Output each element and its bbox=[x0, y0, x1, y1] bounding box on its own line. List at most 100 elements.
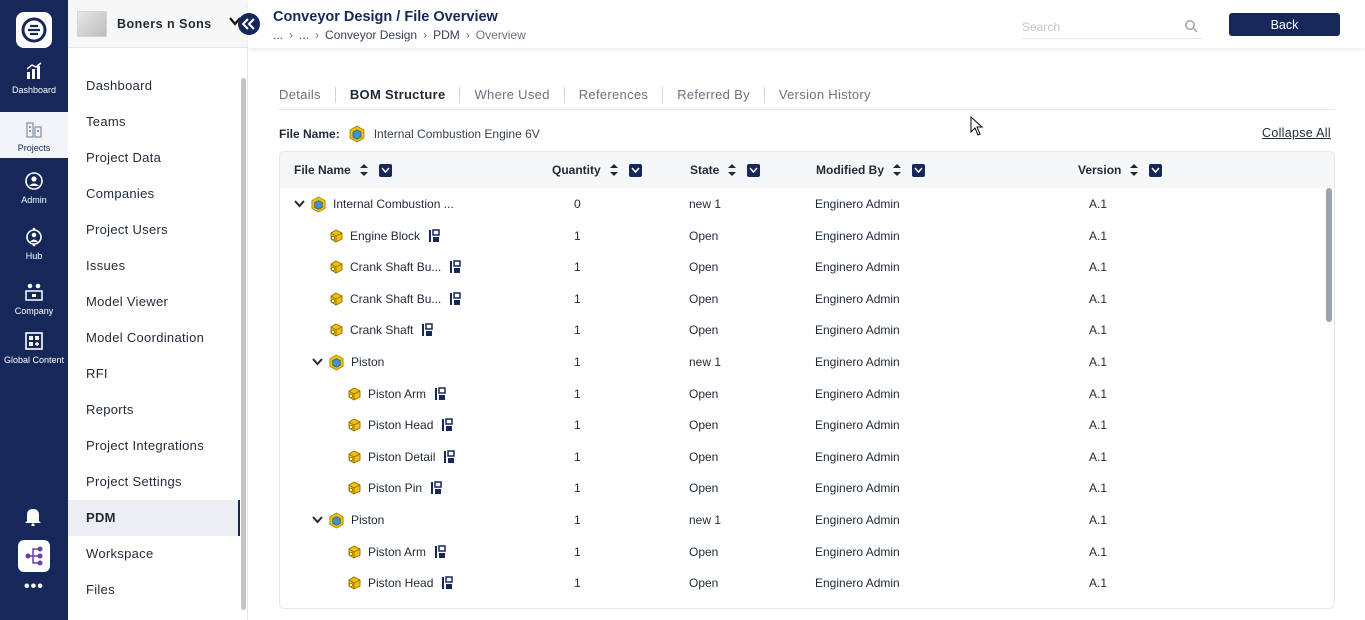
sidebar-item-rfi[interactable]: RFI bbox=[68, 356, 240, 392]
column-filter-button[interactable] bbox=[378, 163, 392, 177]
relationship-button[interactable] bbox=[449, 292, 462, 306]
expand-toggle[interactable] bbox=[310, 358, 324, 366]
breadcrumb-item[interactable]: ... bbox=[273, 28, 283, 42]
relationship-button[interactable] bbox=[449, 260, 462, 274]
relationship-icon[interactable] bbox=[434, 544, 446, 559]
table-row[interactable]: Piston Head 1 Open Enginero Admin A.1 bbox=[280, 409, 1320, 441]
relationship-button[interactable] bbox=[443, 450, 456, 464]
sidebar-scrollbar[interactable] bbox=[241, 78, 246, 610]
file-name-text[interactable]: Piston bbox=[351, 355, 384, 369]
column-filter-button[interactable] bbox=[628, 163, 642, 177]
sidebar-item-project-integrations[interactable]: Project Integrations bbox=[68, 428, 240, 464]
file-name-text[interactable]: Piston Pin bbox=[368, 481, 422, 495]
table-row[interactable]: Piston 1 new 1 Enginero Admin A.1 bbox=[280, 346, 1320, 378]
sidebar-item-teams[interactable]: Teams bbox=[68, 104, 240, 140]
search-icon[interactable] bbox=[1184, 19, 1198, 33]
rail-item-projects[interactable]: Projects bbox=[0, 112, 68, 158]
sidebar-item-project-users[interactable]: Project Users bbox=[68, 212, 240, 248]
sort-icon[interactable] bbox=[727, 163, 737, 177]
file-name-text[interactable]: Piston Arm bbox=[368, 387, 426, 401]
relationship-icon[interactable] bbox=[441, 418, 454, 432]
file-name-text[interactable]: Crank Shaft Bu... bbox=[350, 292, 441, 306]
sidebar-item-model-viewer[interactable]: Model Viewer bbox=[68, 284, 240, 320]
sidebar-item-model-coordination[interactable]: Model Coordination bbox=[68, 320, 240, 356]
collapse-all-link[interactable]: Collapse All bbox=[1262, 126, 1331, 140]
table-row[interactable]: Piston Detail 1 Open Enginero Admin A.1 bbox=[280, 441, 1320, 473]
file-name-text[interactable]: Crank Shaft Bu... bbox=[350, 260, 441, 274]
rail-item-hub[interactable]: Hub bbox=[0, 226, 68, 266]
tab-references[interactable]: References bbox=[563, 86, 662, 103]
relationship-button[interactable] bbox=[441, 418, 454, 432]
relationship-icon[interactable] bbox=[434, 386, 446, 401]
breadcrumb-item[interactable]: ... bbox=[299, 28, 309, 42]
sidebar-item-project-data[interactable]: Project Data bbox=[68, 140, 240, 176]
file-name-text[interactable]: Piston Head bbox=[368, 576, 433, 590]
rail-item-company[interactable]: Company bbox=[0, 281, 68, 321]
file-name-text[interactable]: Piston Head bbox=[368, 418, 433, 432]
table-row[interactable]: Crank Shaft Bu... 1 Open Enginero Admin A.1 bbox=[280, 251, 1320, 283]
sort-icon[interactable] bbox=[609, 163, 619, 177]
tab-bom-structure[interactable]: BOM Structure bbox=[334, 86, 460, 103]
tab-referred-by[interactable]: Referred By bbox=[662, 86, 764, 103]
file-name-text[interactable]: Piston Detail bbox=[368, 450, 435, 464]
more-options-icon[interactable]: ••• bbox=[24, 578, 44, 596]
sidebar-item-pdm[interactable]: PDM bbox=[68, 500, 240, 536]
file-name-text[interactable]: Piston bbox=[351, 513, 384, 527]
column-header-version[interactable]: Version bbox=[1078, 152, 1163, 188]
sidebar-item-project-settings[interactable]: Project Settings bbox=[68, 464, 240, 500]
sidebar-item-workspace[interactable]: Workspace bbox=[68, 536, 240, 572]
sort-icon[interactable] bbox=[1129, 163, 1139, 177]
column-header-modified-by[interactable]: Modified By bbox=[816, 152, 925, 188]
relationship-icon[interactable] bbox=[441, 576, 454, 590]
table-row[interactable]: Piston Arm 1 Open Enginero Admin A.1 bbox=[280, 378, 1320, 410]
collapse-sidebar-button[interactable] bbox=[238, 13, 260, 35]
file-name-text[interactable]: Crank Shaft bbox=[350, 323, 413, 337]
column-header-quantity[interactable]: Quantity bbox=[552, 152, 642, 188]
tab-version-history[interactable]: Version History bbox=[763, 86, 885, 103]
table-row[interactable]: Crank Shaft Bu... 1 Open Enginero Admin A.1 bbox=[280, 283, 1320, 315]
file-name-text[interactable]: Piston Arm bbox=[368, 545, 426, 559]
relationship-button[interactable] bbox=[434, 544, 446, 559]
file-name-text[interactable]: Engine Block bbox=[350, 229, 420, 243]
relationship-icon[interactable] bbox=[443, 450, 456, 464]
chevron-down-icon[interactable] bbox=[311, 358, 323, 366]
chevron-down-icon[interactable] bbox=[293, 200, 305, 208]
relationship-icon[interactable] bbox=[430, 481, 442, 495]
app-logo[interactable] bbox=[16, 12, 52, 48]
relationship-icon[interactable] bbox=[449, 292, 462, 306]
table-scrollbar[interactable] bbox=[1326, 188, 1332, 322]
sidebar-item-files[interactable]: Files bbox=[68, 572, 240, 608]
table-row[interactable]: Internal Combustion ... 0 new 1 Enginero Ad… bbox=[280, 188, 1320, 220]
sidebar-item-dashboard[interactable]: Dashboard bbox=[68, 68, 240, 104]
column-header-file-name[interactable]: File Name bbox=[294, 152, 392, 188]
rail-item-admin[interactable]: Admin bbox=[0, 170, 68, 210]
column-filter-button[interactable] bbox=[747, 163, 761, 177]
relationship-icon[interactable] bbox=[449, 260, 462, 274]
column-header-state[interactable]: State bbox=[690, 152, 761, 188]
pdm-app-button[interactable] bbox=[18, 540, 50, 572]
relationship-button[interactable] bbox=[441, 576, 454, 590]
sort-icon[interactable] bbox=[359, 163, 369, 177]
table-row[interactable]: Piston 1 new 1 Enginero Admin A.1 bbox=[280, 504, 1320, 536]
expand-toggle[interactable] bbox=[292, 200, 306, 208]
chevron-down-icon[interactable] bbox=[311, 516, 323, 524]
back-button[interactable]: Back bbox=[1229, 13, 1340, 36]
column-filter-button[interactable] bbox=[912, 163, 925, 177]
tab-details[interactable]: Details bbox=[279, 87, 335, 103]
notification-bell-button[interactable] bbox=[24, 506, 42, 531]
table-row[interactable]: Crank Shaft 1 Open Enginero Admin A.1 bbox=[280, 314, 1320, 346]
table-row[interactable]: Engine Block 1 Open Enginero Admin A.1 bbox=[280, 220, 1320, 252]
relationship-button[interactable] bbox=[430, 481, 442, 495]
column-filter-button[interactable] bbox=[1149, 163, 1163, 177]
sidebar-item-companies[interactable]: Companies bbox=[68, 176, 240, 212]
breadcrumb-item[interactable]: Conveyor Design bbox=[325, 28, 417, 42]
tab-where-used[interactable]: Where Used bbox=[459, 86, 563, 103]
file-name-text[interactable]: Internal Combustion ... bbox=[333, 197, 454, 211]
sort-icon[interactable] bbox=[892, 163, 902, 177]
table-row[interactable]: Piston Arm 1 Open Enginero Admin A.1 bbox=[280, 536, 1320, 568]
rail-item-dashboard[interactable]: Dashboard bbox=[0, 60, 68, 100]
relationship-icon[interactable] bbox=[428, 228, 440, 243]
expand-toggle[interactable] bbox=[310, 516, 324, 524]
relationship-button[interactable] bbox=[434, 386, 446, 401]
company-selector[interactable]: Boners n Sons bbox=[68, 0, 248, 48]
